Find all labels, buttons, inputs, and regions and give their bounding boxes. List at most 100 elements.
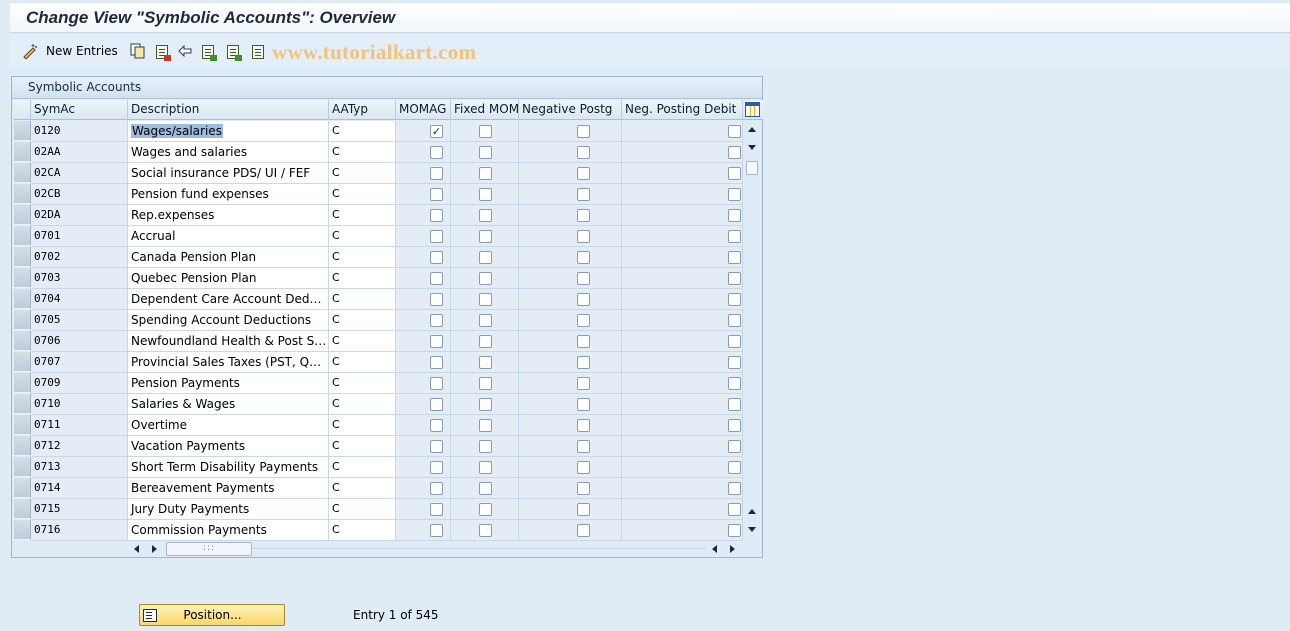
column-header-aatyp[interactable]: AATyp — [329, 100, 396, 120]
row-selector[interactable] — [14, 436, 31, 456]
momag-checkbox[interactable] — [430, 251, 443, 264]
negative-postg-checkbox[interactable] — [577, 188, 590, 201]
new-entries-button[interactable]: New Entries — [22, 41, 118, 61]
negative-postg-checkbox[interactable] — [577, 461, 590, 474]
fixed-mom-checkbox[interactable] — [479, 251, 492, 264]
momag-checkbox[interactable] — [430, 398, 443, 411]
scroll-up-icon[interactable] — [748, 127, 756, 132]
fixed-mom-checkbox[interactable] — [479, 146, 492, 159]
cell-aatyp[interactable]: C — [329, 289, 396, 310]
momag-checkbox[interactable] — [430, 314, 443, 327]
momag-checkbox[interactable] — [430, 482, 443, 495]
momag-checkbox[interactable] — [430, 209, 443, 222]
negative-postg-checkbox[interactable] — [577, 398, 590, 411]
cell-description[interactable]: Commission Payments — [128, 520, 329, 541]
cell-aatyp[interactable]: C — [329, 352, 396, 373]
negative-postg-checkbox[interactable] — [577, 251, 590, 264]
momag-checkbox[interactable] — [430, 377, 443, 390]
vertical-scrollbar[interactable] — [743, 121, 761, 541]
row-selector[interactable] — [14, 205, 31, 225]
negative-postg-checkbox[interactable] — [577, 209, 590, 222]
cell-aatyp[interactable]: C — [329, 310, 396, 331]
neg-posting-debit-checkbox[interactable] — [728, 398, 741, 411]
neg-posting-debit-checkbox[interactable] — [728, 482, 741, 495]
cell-description[interactable]: Bereavement Payments — [128, 478, 329, 499]
undo-change-button[interactable] — [177, 41, 193, 61]
fixed-mom-checkbox[interactable] — [479, 272, 492, 285]
momag-checkbox[interactable] — [430, 503, 443, 516]
neg-posting-debit-checkbox[interactable] — [728, 356, 741, 369]
fixed-mom-checkbox[interactable] — [479, 167, 492, 180]
cell-aatyp[interactable]: C — [329, 331, 396, 352]
momag-checkbox[interactable] — [430, 146, 443, 159]
deselect-all-button[interactable] — [250, 41, 264, 61]
negative-postg-checkbox[interactable] — [577, 125, 590, 138]
row-selector[interactable] — [14, 415, 31, 435]
page-up-icon[interactable] — [748, 509, 756, 514]
row-selector[interactable] — [14, 373, 31, 393]
momag-checkbox[interactable] — [430, 440, 443, 453]
horizontal-scroll-thumb[interactable]: ::: — [166, 542, 252, 556]
negative-postg-checkbox[interactable] — [577, 314, 590, 327]
neg-posting-debit-checkbox[interactable] — [728, 125, 741, 138]
cell-description[interactable]: Short Term Disability Payments — [128, 457, 329, 478]
scroll-left-end-icon[interactable] — [712, 545, 717, 553]
select-all-button[interactable] — [200, 41, 217, 61]
row-selector[interactable] — [14, 394, 31, 414]
momag-checkbox[interactable] — [430, 335, 443, 348]
neg-posting-debit-checkbox[interactable] — [728, 146, 741, 159]
negative-postg-checkbox[interactable] — [577, 419, 590, 432]
cell-aatyp[interactable]: C — [329, 499, 396, 520]
fixed-mom-checkbox[interactable] — [479, 419, 492, 432]
delete-button[interactable] — [154, 41, 171, 61]
cell-aatyp[interactable]: C — [329, 184, 396, 205]
select-block-button[interactable] — [225, 41, 242, 61]
row-selector[interactable] — [14, 163, 31, 183]
row-selector[interactable] — [14, 310, 31, 330]
neg-posting-debit-checkbox[interactable] — [728, 272, 741, 285]
neg-posting-debit-checkbox[interactable] — [728, 293, 741, 306]
column-header-negative-postg[interactable]: Negative Postg — [519, 100, 622, 120]
cell-aatyp[interactable]: C — [329, 394, 396, 415]
fixed-mom-checkbox[interactable] — [479, 125, 492, 138]
momag-checkbox[interactable] — [430, 272, 443, 285]
neg-posting-debit-checkbox[interactable] — [728, 440, 741, 453]
neg-posting-debit-checkbox[interactable] — [728, 167, 741, 180]
cell-aatyp[interactable]: C — [329, 457, 396, 478]
negative-postg-checkbox[interactable] — [577, 230, 590, 243]
cell-aatyp[interactable]: C — [329, 247, 396, 268]
fixed-mom-checkbox[interactable] — [479, 461, 492, 474]
cell-description[interactable]: Wages and salaries — [128, 142, 329, 163]
neg-posting-debit-checkbox[interactable] — [728, 419, 741, 432]
negative-postg-checkbox[interactable] — [577, 293, 590, 306]
select-all-rows-header[interactable] — [14, 100, 31, 120]
cell-aatyp[interactable]: C — [329, 268, 396, 289]
momag-checkbox[interactable] — [430, 419, 443, 432]
row-selector[interactable] — [14, 457, 31, 477]
cell-description[interactable]: Wages/salaries — [128, 121, 329, 142]
column-header-fixed-mom[interactable]: Fixed MOM — [451, 100, 519, 120]
fixed-mom-checkbox[interactable] — [479, 503, 492, 516]
momag-checkbox[interactable] — [430, 167, 443, 180]
cell-description[interactable]: Social insurance PDS/ UI / FEF — [128, 163, 329, 184]
fixed-mom-checkbox[interactable] — [479, 188, 492, 201]
cell-aatyp[interactable]: C — [329, 436, 396, 457]
cell-description[interactable]: Spending Account Deductions — [128, 310, 329, 331]
cell-aatyp[interactable]: C — [329, 121, 396, 142]
page-down-icon[interactable] — [748, 527, 756, 532]
neg-posting-debit-checkbox[interactable] — [728, 377, 741, 390]
cell-aatyp[interactable]: C — [329, 142, 396, 163]
negative-postg-checkbox[interactable] — [577, 440, 590, 453]
scroll-left-icon[interactable] — [134, 545, 139, 553]
neg-posting-debit-checkbox[interactable] — [728, 209, 741, 222]
cell-description[interactable]: Jury Duty Payments — [128, 499, 329, 520]
row-selector[interactable] — [14, 268, 31, 288]
fixed-mom-checkbox[interactable] — [479, 440, 492, 453]
negative-postg-checkbox[interactable] — [577, 335, 590, 348]
cell-description[interactable]: Rep.expenses — [128, 205, 329, 226]
fixed-mom-checkbox[interactable] — [479, 524, 492, 537]
negative-postg-checkbox[interactable] — [577, 356, 590, 369]
neg-posting-debit-checkbox[interactable] — [728, 230, 741, 243]
momag-checkbox[interactable] — [430, 461, 443, 474]
momag-checkbox[interactable]: ✓ — [430, 125, 443, 138]
